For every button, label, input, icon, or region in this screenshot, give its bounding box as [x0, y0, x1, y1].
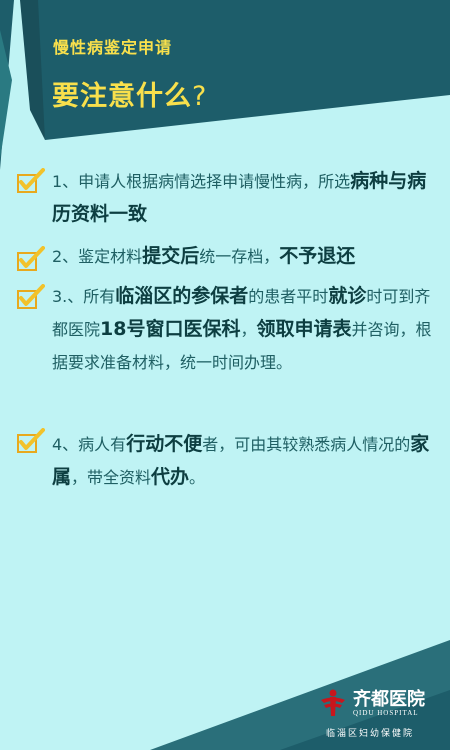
item-text: 者，可由其较熟悉病人情况的 — [202, 435, 411, 454]
item-text-bold: 就诊 — [328, 285, 367, 307]
item-text: 的患者平时 — [248, 287, 329, 306]
list-item: 2、鉴定材料提交后统一存档，不予退还 — [52, 240, 432, 273]
item-text-bold: 不予退还 — [279, 245, 356, 267]
list-item: 1、申请人根据病情选择申请慢性病，所选病种与病历资料一致 — [52, 165, 432, 231]
page-title-mark: ? — [192, 81, 208, 112]
checkmark-icon — [17, 246, 45, 271]
page-title: 要注意什么? — [52, 74, 207, 113]
item-text-bold: 代办 — [151, 466, 190, 488]
checkmark-icon — [17, 428, 45, 453]
item-text-bold: 行动不便 — [126, 433, 203, 455]
item-text: 统一存档， — [199, 247, 280, 266]
item-text: ， — [240, 320, 257, 339]
item-text: ，带全资料 — [71, 468, 152, 487]
page-title-text: 要注意什么 — [52, 81, 192, 112]
checkmark-icon — [17, 168, 45, 193]
list-item: 4、病人有行动不便者，可由其较熟悉病人情况的家属，带全资料代办。 — [52, 428, 432, 494]
item-text: 3.、所有 — [52, 287, 116, 306]
header: 慢性病鉴定申请 要注意什么? — [0, 0, 450, 150]
logo-name: 齐都医院 — [353, 689, 425, 710]
item-text-bold: 提交后 — [142, 245, 200, 267]
hospital-emblem-icon — [321, 689, 345, 716]
checkmark-icon — [17, 284, 45, 309]
item-text: 2、鉴定材料 — [52, 247, 143, 266]
hospital-logo: 齐都医院 QIDU HOSPITAL 临淄区妇幼保健院 — [318, 685, 436, 740]
item-text: 1、申请人根据病情选择申请慢性病，所选 — [52, 172, 351, 191]
logo-subtitle: 临淄区妇幼保健院 — [326, 729, 415, 739]
item-text-bold: 领取申请表 — [256, 318, 352, 340]
item-text-bold: 18号窗口医保科 — [100, 318, 241, 340]
list-item: 3.、所有临淄区的参保者的患者平时就诊时可到齐都医院18号窗口医保科，领取申请表… — [52, 280, 432, 379]
header-subtitle: 慢性病鉴定申请 — [53, 38, 173, 57]
item-text: 。 — [189, 468, 206, 487]
logo-english-name: QIDU HOSPITAL — [353, 709, 419, 717]
item-text: 4、病人有 — [52, 435, 127, 454]
item-text-bold: 临淄区的参保者 — [115, 285, 249, 307]
